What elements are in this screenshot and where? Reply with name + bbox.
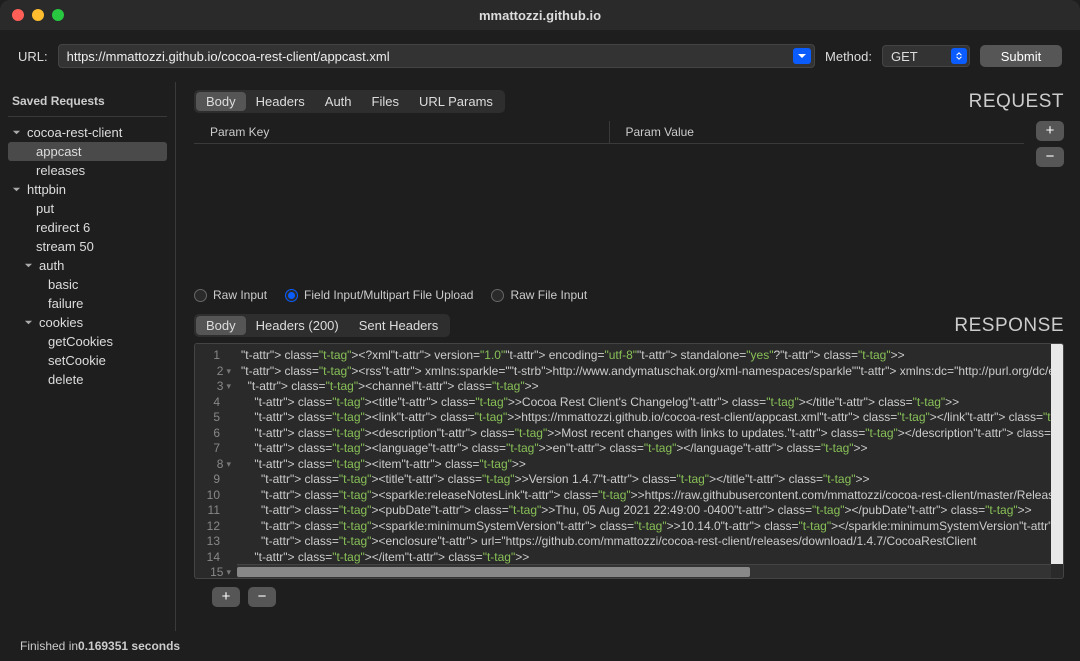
radio-icon bbox=[194, 289, 207, 302]
tree-group[interactable]: auth bbox=[8, 256, 167, 275]
method-select[interactable]: GET bbox=[882, 45, 970, 67]
tab-files[interactable]: Files bbox=[362, 92, 409, 111]
url-history-dropdown[interactable] bbox=[793, 48, 811, 64]
status-bar: Finished in 0.169351 seconds bbox=[0, 631, 1080, 661]
saved-requests-title: Saved Requests bbox=[8, 90, 167, 117]
radio-icon bbox=[491, 289, 504, 302]
tab-body[interactable]: Body bbox=[196, 316, 246, 335]
remove-request-button[interactable]: − bbox=[248, 587, 276, 607]
tree-item[interactable]: put bbox=[8, 199, 167, 218]
chevron-down-icon bbox=[24, 261, 36, 270]
radio-field-input-multipart-file-upload[interactable]: Field Input/Multipart File Upload bbox=[285, 288, 473, 302]
tree-group[interactable]: httpbin bbox=[8, 180, 167, 199]
tree-item[interactable]: delete bbox=[8, 370, 167, 389]
tab-body[interactable]: Body bbox=[196, 92, 246, 111]
method-label: Method: bbox=[825, 49, 872, 64]
tree-item[interactable]: stream 50 bbox=[8, 237, 167, 256]
window-title: mmattozzi.github.io bbox=[0, 8, 1080, 23]
col-param-key: Param Key bbox=[194, 121, 610, 143]
request-section-label: REQUEST bbox=[969, 91, 1064, 113]
tree-item[interactable]: basic bbox=[8, 275, 167, 294]
tab-headers[interactable]: Headers bbox=[246, 92, 315, 111]
horizontal-scrollbar[interactable] bbox=[237, 564, 1051, 578]
response-section-label: RESPONSE bbox=[954, 315, 1064, 337]
chevron-updown-icon bbox=[951, 48, 967, 64]
radio-raw-file-input[interactable]: Raw File Input bbox=[491, 288, 587, 302]
remove-param-button[interactable]: − bbox=[1036, 147, 1064, 167]
tree-item[interactable]: setCookie bbox=[8, 351, 167, 370]
param-table-body[interactable] bbox=[194, 144, 1024, 284]
chevron-down-icon bbox=[12, 128, 24, 137]
tab-headers-200-[interactable]: Headers (200) bbox=[246, 316, 349, 335]
url-label: URL: bbox=[18, 49, 48, 64]
request-tabs: BodyHeadersAuthFilesURL Params bbox=[194, 90, 505, 113]
tree-item[interactable]: releases bbox=[8, 161, 167, 180]
col-param-value: Param Value bbox=[610, 121, 1025, 143]
method-value: GET bbox=[891, 49, 918, 64]
add-param-button[interactable]: + bbox=[1036, 121, 1064, 141]
tree-item[interactable]: appcast bbox=[8, 142, 167, 161]
response-tabs: BodyHeaders (200)Sent Headers bbox=[194, 314, 450, 337]
response-body-viewer[interactable]: 12▾3▾45678▾9101112131415▾ "t-attr"> clas… bbox=[194, 343, 1064, 579]
chevron-down-icon bbox=[12, 185, 24, 194]
chevron-down-icon bbox=[24, 318, 36, 327]
add-request-button[interactable]: + bbox=[212, 587, 240, 607]
tree-item[interactable]: redirect 6 bbox=[8, 218, 167, 237]
tab-url-params[interactable]: URL Params bbox=[409, 92, 503, 111]
tree-item[interactable]: failure bbox=[8, 294, 167, 313]
tree-group[interactable]: cookies bbox=[8, 313, 167, 332]
url-input[interactable] bbox=[58, 44, 815, 68]
vertical-scrollbar[interactable] bbox=[1051, 344, 1063, 564]
request-tree[interactable]: cocoa-rest-clientappcastreleaseshttpbinp… bbox=[8, 123, 167, 631]
radio-icon bbox=[285, 289, 298, 302]
submit-button[interactable]: Submit bbox=[980, 45, 1062, 67]
tab-sent-headers[interactable]: Sent Headers bbox=[349, 316, 449, 335]
tab-auth[interactable]: Auth bbox=[315, 92, 362, 111]
radio-raw-input[interactable]: Raw Input bbox=[194, 288, 267, 302]
tree-item[interactable]: getCookies bbox=[8, 332, 167, 351]
tree-group[interactable]: cocoa-rest-client bbox=[8, 123, 167, 142]
